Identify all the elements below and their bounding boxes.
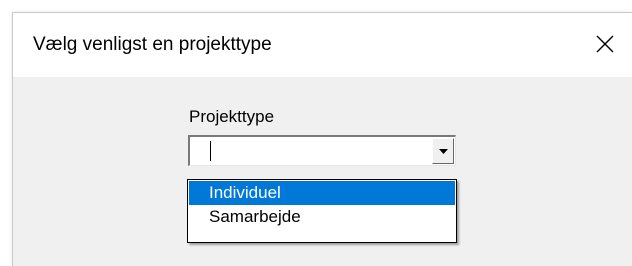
text-caret	[210, 141, 211, 161]
project-type-dropdown-list: Individuel Samarbejde	[187, 179, 457, 243]
option-individuel[interactable]: Individuel	[189, 181, 455, 205]
dialog-title: Vælg venligst en projekttype	[33, 34, 272, 55]
project-type-dialog: Vælg venligst en projekttype Projekttype…	[12, 12, 632, 266]
project-type-combobox[interactable]	[188, 135, 456, 166]
screen: Vælg venligst en projekttype Projekttype…	[0, 0, 632, 266]
dialog-titlebar: Vælg venligst en projekttype	[13, 13, 632, 77]
option-samarbejde[interactable]: Samarbejde	[189, 205, 455, 229]
dropdown-button[interactable]	[432, 138, 454, 164]
chevron-down-icon	[439, 149, 448, 154]
close-icon	[596, 35, 614, 53]
project-type-label: Projekttype	[189, 107, 275, 126]
close-button[interactable]	[587, 27, 623, 61]
